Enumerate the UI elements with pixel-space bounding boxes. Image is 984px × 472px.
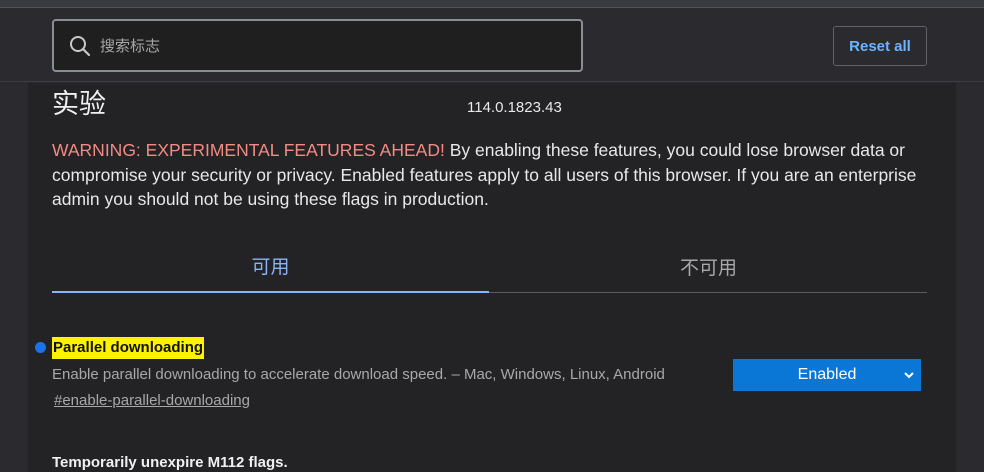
tab-unavailable[interactable]: 不可用 (490, 240, 927, 292)
flag-title: Parallel downloading (52, 337, 205, 359)
flags-header: Reset all (0, 8, 984, 82)
search-input[interactable] (100, 31, 570, 61)
flag-permalink[interactable]: #enable-parallel-downloading (54, 392, 250, 409)
flag-state-select[interactable]: Enabled (733, 359, 921, 391)
flag-modified-indicator (35, 342, 46, 353)
flag-description: Enable parallel downloading to accelerat… (52, 366, 665, 383)
page-title: 实验 (52, 89, 106, 120)
flag-title: Temporarily unexpire M112 flags. (52, 454, 288, 471)
warning-message: WARNING: EXPERIMENTAL FEATURES AHEAD! By… (52, 138, 932, 212)
tab-available[interactable]: 可用 (52, 240, 489, 293)
reset-all-button[interactable]: Reset all (833, 26, 927, 66)
tab-bar: 可用 不可用 (52, 240, 927, 293)
search-icon (70, 36, 91, 57)
version-number: 114.0.1823.43 (467, 99, 562, 116)
search-box[interactable] (52, 19, 583, 72)
chevron-down-icon (904, 372, 914, 379)
window-top-strip (0, 0, 984, 8)
warning-label: WARNING: EXPERIMENTAL FEATURES AHEAD! (52, 140, 445, 160)
flag-state-value: Enabled (797, 366, 857, 383)
